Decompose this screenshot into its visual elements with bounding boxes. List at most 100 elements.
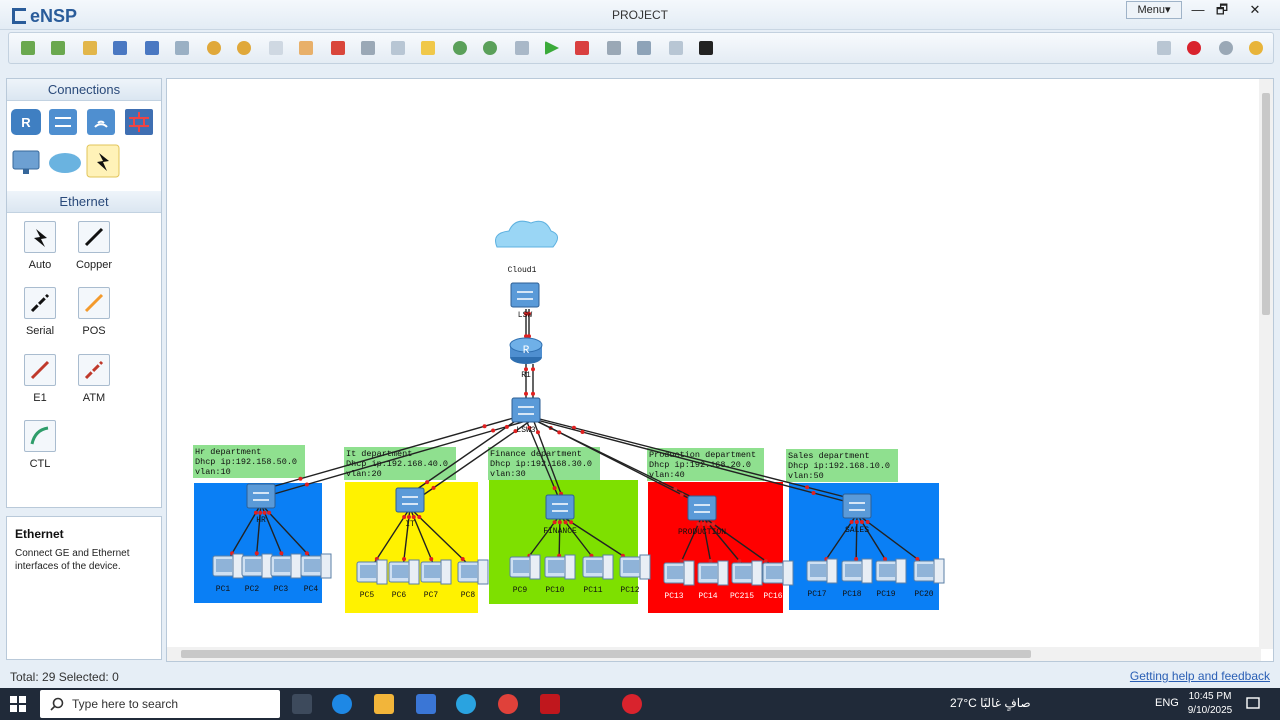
task-view-icon[interactable] <box>292 694 312 714</box>
huawei-logo-icon[interactable] <box>1183 38 1205 58</box>
switch-label: IT <box>405 520 415 529</box>
pc-icon-tower <box>751 560 763 586</box>
pc-icon-screen <box>735 566 751 579</box>
dept-note-it[interactable]: It departmentDhcp ip:192.168.40.0vlan:20 <box>344 447 456 480</box>
chrome-icon[interactable] <box>498 694 518 714</box>
file-explorer-icon[interactable] <box>374 694 394 714</box>
fit-view-button[interactable] <box>511 38 533 58</box>
horizontal-scrollbar[interactable] <box>167 647 1261 661</box>
device-palette: Connections R Ethernet Auto Copper Seria… <box>6 78 162 508</box>
close-button[interactable]: ✕ <box>1240 1 1270 19</box>
new-example-button[interactable] <box>47 38 69 58</box>
cable-label: ATM <box>82 392 106 404</box>
pc-pc8[interactable]: PC8 <box>457 559 489 600</box>
pc-label: PC18 <box>842 590 861 599</box>
capture-button[interactable] <box>603 38 625 58</box>
router-category-icon[interactable]: R <box>11 109 41 135</box>
netflix-icon[interactable] <box>540 694 560 714</box>
topology-button[interactable] <box>633 38 655 58</box>
print-button[interactable] <box>171 38 193 58</box>
pc-icon-tower <box>683 560 695 586</box>
vertical-scrollbar[interactable] <box>1259 79 1273 649</box>
chat-button[interactable] <box>1153 38 1175 58</box>
pc-label: PC2 <box>245 585 260 594</box>
firewall-category-icon[interactable] <box>125 109 153 135</box>
r1-node[interactable]: R R1 <box>509 337 543 380</box>
language-indicator[interactable]: ENG <box>1155 697 1179 709</box>
zoom-in-button[interactable] <box>449 38 471 58</box>
cable-pos[interactable]: POS <box>59 287 129 337</box>
cloud-node[interactable]: Cloud1 <box>495 220 558 275</box>
save-button[interactable] <box>109 38 131 58</box>
pc-pc4[interactable]: PC4 <box>300 553 332 594</box>
open-button[interactable] <box>79 38 101 58</box>
dept-note-sales[interactable]: Sales departmentDhcp ip:192.168.10.0vlan… <box>786 449 898 482</box>
store-icon[interactable] <box>416 694 436 714</box>
palette-button[interactable] <box>417 38 439 58</box>
restore-button[interactable]: 🗗 <box>1207 1 1237 19</box>
pc-category-icon[interactable] <box>12 150 40 174</box>
dept-area-it[interactable]: It departmentDhcp ip:192.168.40.0vlan:20 <box>344 447 478 613</box>
note-line: vlan:10 <box>195 467 231 477</box>
text-note-button[interactable] <box>387 38 409 58</box>
menu-button[interactable]: Menu▾ <box>1126 1 1182 19</box>
help-icon[interactable] <box>1245 38 1267 58</box>
cloud-label: Cloud1 <box>508 266 537 275</box>
new-topology-button[interactable] <box>17 38 39 58</box>
port-dot <box>859 519 864 524</box>
port-dot <box>460 557 465 561</box>
start-device-button[interactable] <box>541 38 563 58</box>
lsw3-node[interactable]: LSW3 <box>511 397 541 435</box>
terminal-button[interactable] <box>695 38 717 58</box>
horizontal-scroll-thumb[interactable] <box>181 650 1031 658</box>
wlan-category-icon[interactable] <box>87 109 115 135</box>
port-dot <box>915 557 920 562</box>
delete-link-button[interactable] <box>357 38 379 58</box>
notifications-icon[interactable] <box>1246 697 1260 711</box>
pc-icon-tower <box>477 559 489 585</box>
dept-note-hr[interactable]: Hr departmentDhcp ip:192.158.50.0vlan:10 <box>193 445 305 478</box>
dept-switch-finance[interactable]: FINANCE <box>543 494 577 536</box>
delete-button[interactable] <box>327 38 349 58</box>
pc-icon-screen <box>586 560 602 573</box>
weather-widget[interactable]: 27°C صافٍ غالبًا <box>950 696 1031 710</box>
telegram-icon[interactable] <box>456 694 476 714</box>
cable-ctl[interactable]: CTL <box>5 420 75 470</box>
zoom-out-button[interactable] <box>479 38 501 58</box>
cable-atm[interactable]: ATM <box>59 354 129 404</box>
cable-label: POS <box>82 325 106 337</box>
stop-device-button[interactable] <box>571 38 593 58</box>
vertical-scroll-thumb[interactable] <box>1262 93 1270 315</box>
pan-hand-button[interactable] <box>295 38 317 58</box>
lsw-node[interactable]: LSW <box>510 282 540 320</box>
port-dot <box>708 559 713 564</box>
search-icon <box>50 697 64 711</box>
grid-button[interactable] <box>665 38 687 58</box>
undo-button[interactable] <box>203 38 225 58</box>
redo-button[interactable] <box>233 38 255 58</box>
help-feedback-link[interactable]: Getting help and feedback <box>1130 669 1270 683</box>
pc-icon-screen <box>461 565 477 578</box>
pc-pc16[interactable]: PC16 <box>762 560 794 601</box>
port-dot <box>429 557 434 561</box>
dept-area-finance[interactable]: Finance departmentDhcp ip:192.168.30.0vl… <box>488 447 638 604</box>
pc-pc12[interactable]: PC12 <box>619 554 651 595</box>
cloud-category-icon[interactable] <box>49 153 81 173</box>
router-icon-letter: R <box>523 345 530 357</box>
pc-label: PC16 <box>763 592 782 601</box>
windows-start-icon[interactable] <box>10 696 26 712</box>
topology-canvas[interactable]: Hr department Dhcp ip:192.158.50.0 vlan:10… <box>166 78 1274 662</box>
cable-copper[interactable]: Copper <box>59 221 129 271</box>
switch-category-icon[interactable] <box>49 109 77 135</box>
save-as-button[interactable] <box>141 38 163 58</box>
connection-category-icon[interactable] <box>86 144 120 178</box>
settings-gear-icon[interactable] <box>1215 38 1237 58</box>
dept-switch-sales[interactable]: SALES <box>842 493 872 535</box>
taskbar-search-box[interactable]: Type here to search <box>40 690 280 718</box>
edge-icon[interactable] <box>332 694 352 714</box>
ensp-taskbar-icon[interactable] <box>622 694 642 714</box>
switch-icon <box>842 493 872 519</box>
pc-pc20[interactable]: PC20 <box>913 558 945 599</box>
clock[interactable]: 10:45 PM 9/10/2025 <box>1184 690 1236 718</box>
select-pointer-button[interactable] <box>265 38 287 58</box>
